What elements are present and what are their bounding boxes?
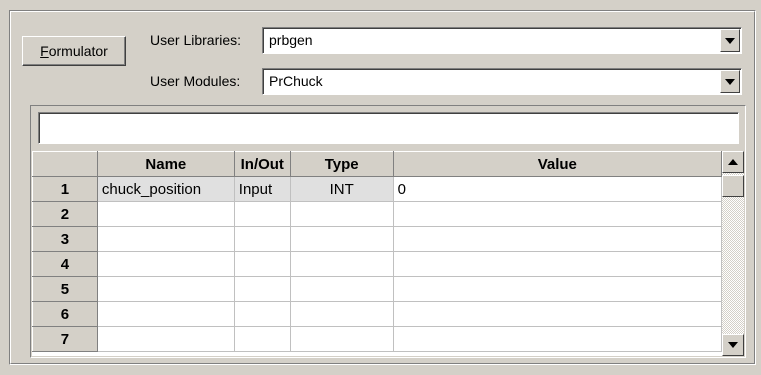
value-cell[interactable]: 0 bbox=[393, 176, 722, 202]
type-cell[interactable] bbox=[290, 226, 394, 252]
scroll-thumb[interactable] bbox=[722, 175, 744, 197]
chevron-down-icon bbox=[725, 37, 735, 44]
table-row: 1 chuck_position Input INT 0 bbox=[32, 176, 722, 202]
type-cell[interactable]: INT bbox=[290, 176, 394, 202]
name-cell[interactable] bbox=[97, 251, 235, 277]
table-row: 4 bbox=[32, 251, 722, 277]
cell-edit-bar[interactable] bbox=[38, 112, 739, 144]
user-libraries-value: prbgen bbox=[269, 32, 313, 48]
user-libraries-label: User Libraries: bbox=[150, 32, 242, 48]
value-cell[interactable] bbox=[393, 201, 722, 227]
inout-cell[interactable] bbox=[234, 276, 291, 302]
row-header[interactable]: 5 bbox=[32, 276, 98, 302]
column-header-type[interactable]: Type bbox=[289, 151, 394, 177]
inout-cell[interactable] bbox=[234, 251, 291, 277]
corner-header bbox=[32, 151, 98, 177]
vertical-scrollbar[interactable] bbox=[722, 151, 744, 356]
user-libraries-combo[interactable]: prbgen bbox=[262, 27, 742, 54]
type-cell[interactable] bbox=[290, 301, 394, 327]
row-header[interactable]: 6 bbox=[32, 301, 98, 327]
row-header[interactable]: 4 bbox=[32, 251, 98, 277]
value-cell[interactable] bbox=[393, 276, 722, 302]
value-cell[interactable] bbox=[393, 251, 722, 277]
user-modules-label: User Modules: bbox=[150, 73, 241, 89]
table-row: 5 bbox=[32, 276, 722, 302]
formulator-button-label: ormulator bbox=[48, 43, 108, 59]
name-cell[interactable] bbox=[97, 301, 235, 327]
user-modules-dropdown-button[interactable] bbox=[720, 70, 740, 93]
name-cell[interactable] bbox=[97, 326, 235, 352]
inout-cell[interactable] bbox=[234, 201, 291, 227]
inout-cell[interactable] bbox=[234, 326, 291, 352]
table-row: 3 bbox=[32, 226, 722, 252]
column-header-name[interactable]: Name bbox=[96, 151, 235, 177]
chevron-down-icon bbox=[725, 78, 735, 85]
column-header-inout[interactable]: In/Out bbox=[233, 151, 291, 177]
name-cell[interactable] bbox=[97, 201, 235, 227]
value-cell[interactable] bbox=[393, 326, 722, 352]
table-row: 2 bbox=[32, 201, 722, 227]
scroll-down-arrow-icon bbox=[728, 342, 738, 348]
row-header[interactable]: 7 bbox=[32, 326, 98, 352]
name-cell[interactable]: chuck_position bbox=[97, 176, 235, 202]
row-header[interactable]: 2 bbox=[32, 201, 98, 227]
name-cell[interactable] bbox=[97, 276, 235, 302]
type-cell[interactable] bbox=[290, 251, 394, 277]
column-header-value[interactable]: Value bbox=[392, 151, 722, 177]
user-modules-value: PrChuck bbox=[269, 73, 323, 89]
row-header[interactable]: 1 bbox=[32, 176, 98, 202]
table-row: 6 bbox=[32, 301, 722, 327]
inout-cell[interactable] bbox=[234, 226, 291, 252]
inout-cell[interactable]: Input bbox=[234, 176, 291, 202]
inout-cell[interactable] bbox=[234, 301, 291, 327]
scroll-down-button[interactable] bbox=[722, 334, 744, 356]
user-libraries-dropdown-button[interactable] bbox=[720, 29, 740, 52]
type-cell[interactable] bbox=[290, 201, 394, 227]
user-modules-combo[interactable]: PrChuck bbox=[262, 68, 742, 95]
parameter-grid: Name In/Out Type Value 1 chuck_position … bbox=[32, 151, 722, 356]
scroll-up-arrow-icon bbox=[728, 159, 738, 165]
value-cell[interactable] bbox=[393, 301, 722, 327]
formulator-button[interactable]: Formulator bbox=[22, 36, 126, 66]
type-cell[interactable] bbox=[290, 326, 394, 352]
name-cell[interactable] bbox=[97, 226, 235, 252]
value-cell[interactable] bbox=[393, 226, 722, 252]
formulator-button-mnemonic: F bbox=[40, 43, 49, 59]
table-row: 7 bbox=[32, 326, 722, 352]
type-cell[interactable] bbox=[290, 276, 394, 302]
row-header[interactable]: 3 bbox=[32, 226, 98, 252]
scroll-up-button[interactable] bbox=[722, 151, 744, 173]
